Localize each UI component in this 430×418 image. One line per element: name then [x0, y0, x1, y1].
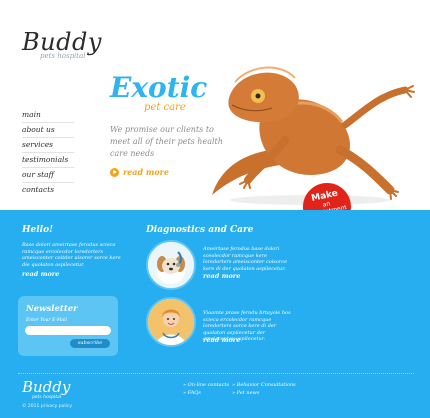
logo[interactable]: Buddy pets hospital [22, 30, 102, 60]
footer-link-behavior-consultations[interactable]: Behavior Consultations [232, 382, 296, 388]
dog-photo [146, 240, 196, 290]
page: Buddy pets hospital main about us servic… [0, 0, 430, 418]
footer-divider [18, 373, 414, 374]
hero-read-more-label: read more [123, 167, 169, 177]
hero-title: Exotic [110, 71, 208, 104]
nav-item-services[interactable]: services [22, 138, 74, 153]
newsletter-email-input[interactable] [25, 326, 111, 335]
newsletter-email-label: Enter Your E-Mail [26, 318, 68, 323]
nav-item-about-us[interactable]: about us [22, 123, 74, 138]
nav-item-our-staff[interactable]: our staff [22, 168, 74, 183]
footer-logo[interactable]: Buddy pets hospital [22, 378, 71, 401]
diagnostics-item-1-read-more-link[interactable]: read more [203, 272, 240, 280]
hero-read-more-link[interactable]: read more [110, 167, 169, 177]
newsletter-title: Newsletter [26, 304, 78, 314]
main-nav: main about us services testimonials our … [22, 108, 74, 197]
veterinarian-photo [146, 297, 196, 347]
footer-link-faqs[interactable]: FAQs [183, 390, 201, 396]
footer-logo-title: Buddy [22, 378, 71, 396]
logo-title: Buddy [22, 28, 102, 56]
nav-item-testimonials[interactable]: testimonials [22, 153, 74, 168]
subscribe-button[interactable]: subscribe [70, 339, 110, 348]
diagnostics-item-2-read-more-link[interactable]: read more [203, 336, 240, 344]
diagnostics-title: Diagnostics and Care [146, 225, 254, 235]
hello-text: Base dolori ameirtase ferodus scieca ram… [22, 242, 121, 268]
footer-link-pet-news[interactable]: Pet news [232, 390, 260, 396]
gecko-image [212, 66, 415, 205]
diagnostics-item-1-text: Ameirtase ferodus base dolori sceolecdor… [203, 246, 288, 272]
hero-subtitle: pet care [144, 102, 186, 113]
footer-link-online-contacts[interactable]: On-line contacts [183, 382, 229, 388]
hello-read-more-link[interactable]: read more [22, 270, 59, 278]
hello-title: Hello! [22, 225, 54, 235]
footer-copyright: © 2011 privacy policy [22, 404, 73, 409]
nav-item-main[interactable]: main [22, 108, 74, 123]
newsletter-box: Newsletter Enter Your E-Mail subscribe [18, 296, 118, 356]
nav-item-contacts[interactable]: contacts [22, 183, 74, 197]
arrow-circle-icon [110, 167, 119, 177]
